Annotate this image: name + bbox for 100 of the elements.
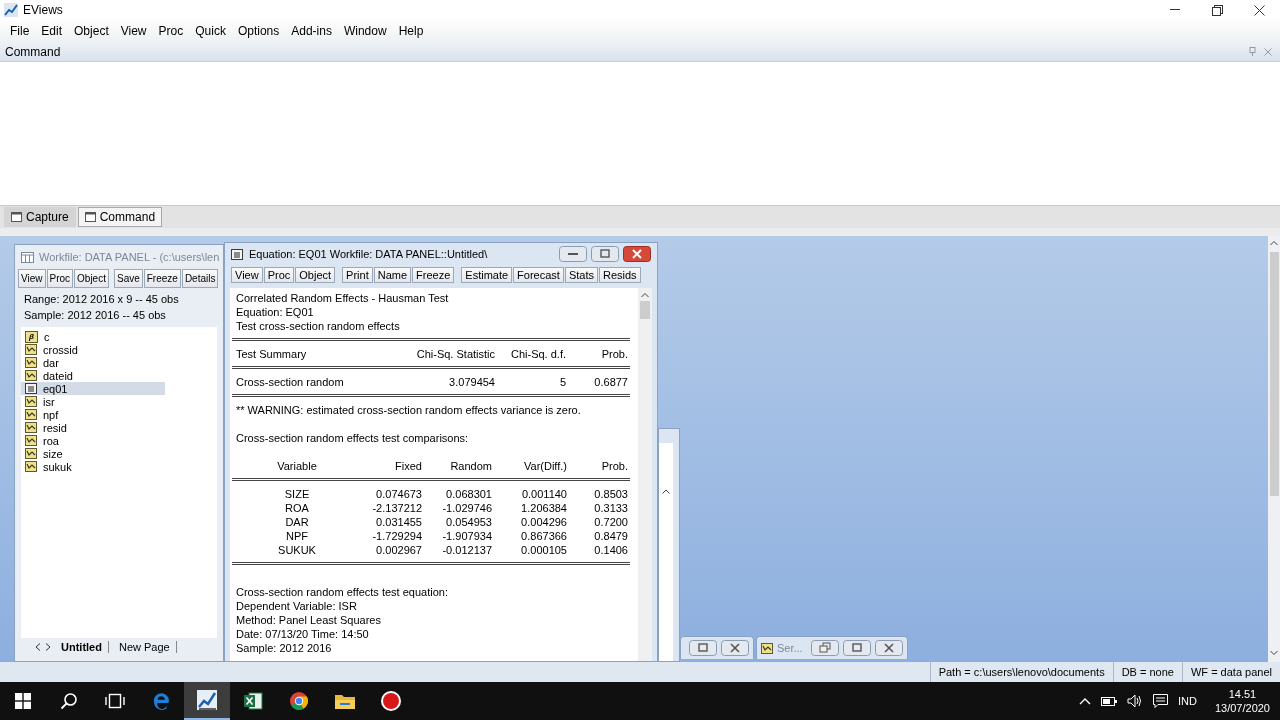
menu-item[interactable]: Window bbox=[337, 22, 393, 40]
page-tab[interactable]: New Page bbox=[112, 641, 177, 653]
minimize-button[interactable] bbox=[559, 246, 587, 262]
menu-item[interactable]: File bbox=[4, 22, 36, 40]
series-icon bbox=[25, 461, 37, 472]
series-icon bbox=[761, 642, 773, 654]
column-header: Chi-Sq. d.f. bbox=[509, 347, 567, 361]
menu-item[interactable]: Options bbox=[231, 22, 286, 40]
series-icon bbox=[25, 357, 37, 368]
equation-icon bbox=[25, 383, 37, 394]
toolbar-button[interactable]: View bbox=[18, 269, 46, 288]
toolbar-button[interactable]: Estimate bbox=[461, 267, 513, 283]
toolbar-button[interactable]: View bbox=[231, 267, 263, 283]
table-cell-text: 0.004296 bbox=[520, 515, 568, 529]
toolbar-button[interactable]: Proc bbox=[46, 269, 74, 288]
column-header: Test Summary bbox=[235, 347, 308, 361]
column-header: Variable bbox=[276, 459, 318, 473]
toolbar-button[interactable]: Details bbox=[181, 269, 219, 288]
menu-item[interactable]: Proc bbox=[152, 22, 190, 40]
taskbar-button[interactable] bbox=[184, 682, 230, 720]
table-cell-text: 0.031455 bbox=[375, 515, 423, 529]
pane-tab[interactable]: Command bbox=[77, 207, 163, 227]
menu-item[interactable]: Edit bbox=[35, 22, 69, 40]
maximize-button[interactable] bbox=[591, 246, 619, 262]
message-icon[interactable] bbox=[1153, 694, 1168, 708]
menu-item[interactable]: View bbox=[114, 22, 153, 40]
maximize-button[interactable] bbox=[842, 640, 871, 656]
object-item[interactable]: dar bbox=[21, 356, 165, 369]
scrollbar[interactable] bbox=[638, 288, 652, 661]
page-tab[interactable]: Untitled bbox=[55, 641, 109, 653]
output-line: Method: Panel Least Squares bbox=[235, 613, 382, 627]
object-item[interactable]: resid bbox=[21, 421, 165, 434]
language-indicator[interactable]: IND bbox=[1178, 695, 1197, 707]
window-title: Ser... bbox=[777, 642, 803, 654]
table-cell-text: SUKUK bbox=[277, 543, 317, 557]
object-item[interactable]: eq01 bbox=[21, 382, 165, 395]
object-item[interactable]: sukuk bbox=[21, 460, 165, 473]
close-button[interactable] bbox=[623, 246, 651, 262]
table-cell-text: -1.729294 bbox=[371, 529, 423, 543]
speaker-icon[interactable] bbox=[1127, 694, 1143, 708]
battery-icon[interactable] bbox=[1101, 696, 1117, 706]
maximize-button[interactable] bbox=[689, 640, 717, 656]
output-line: Equation: EQ01 bbox=[235, 305, 315, 319]
output-line: Test cross-section random effects bbox=[235, 319, 401, 333]
chart-check-icon bbox=[196, 689, 218, 711]
toolbar-button[interactable]: Object bbox=[74, 269, 109, 288]
object-item[interactable]: β c bbox=[21, 330, 165, 343]
column-header: Random bbox=[449, 459, 493, 473]
close-button[interactable] bbox=[721, 640, 749, 656]
restore-icon bbox=[1211, 4, 1223, 16]
folder-icon bbox=[334, 692, 356, 710]
window-icon bbox=[84, 212, 96, 222]
close-button[interactable] bbox=[874, 640, 903, 656]
toolbar-button[interactable]: Object bbox=[295, 267, 336, 283]
clock[interactable]: 14.51 13/07/2020 bbox=[1214, 687, 1270, 715]
chevron-up-icon[interactable] bbox=[1079, 697, 1091, 705]
menu-item[interactable]: Add-ins bbox=[285, 22, 338, 40]
toolbar-button[interactable]: Stats bbox=[564, 267, 598, 283]
toolbar-button[interactable]: Resids bbox=[598, 267, 641, 283]
toolbar-button[interactable]: Save bbox=[113, 269, 143, 288]
object-item[interactable]: dateid bbox=[21, 369, 165, 382]
series-icon bbox=[25, 344, 37, 355]
scrollbar-thumb[interactable] bbox=[1269, 252, 1279, 496]
window-title: Equation: EQ01 Workfile: DATA PANEL::Untitled\ bbox=[249, 248, 489, 260]
object-item[interactable]: size bbox=[21, 447, 165, 460]
table-cell-text: 0.054953 bbox=[445, 515, 493, 529]
table-cell-text: 0.002967 bbox=[375, 543, 423, 557]
table-cell-text: 0.867366 bbox=[520, 529, 568, 543]
table-cell-text: 0.8503 bbox=[593, 487, 629, 501]
menu-item[interactable]: Quick bbox=[189, 22, 232, 40]
pane-tab[interactable]: Capture bbox=[4, 207, 76, 227]
menu-item[interactable]: Object bbox=[68, 22, 115, 40]
object-item[interactable]: roa bbox=[21, 434, 165, 447]
table-cell-text: 0.7200 bbox=[593, 515, 629, 529]
table-cell-text: 1.206384 bbox=[520, 501, 568, 515]
toolbar-button[interactable]: Print bbox=[342, 267, 373, 283]
menu-item[interactable]: Help bbox=[392, 22, 430, 40]
scroll-up-icon[interactable] bbox=[662, 489, 670, 494]
table-icon bbox=[21, 251, 34, 263]
table-cell-text: 0.1406 bbox=[593, 543, 629, 557]
series-icon bbox=[25, 448, 37, 459]
toolbar-button[interactable]: Freeze bbox=[143, 269, 181, 288]
object-item[interactable]: isr bbox=[21, 395, 165, 408]
toolbar-button[interactable]: Freeze bbox=[412, 267, 455, 283]
window-title: Workfile: DATA PANEL - (c:\users\len bbox=[39, 251, 220, 263]
minimize-icon bbox=[1170, 9, 1180, 11]
output-line: Sample: 2012 2016 bbox=[235, 641, 333, 655]
toolbar-button[interactable]: Proc bbox=[263, 267, 295, 283]
object-item[interactable]: crossid bbox=[21, 343, 165, 356]
table-cell-text: 5 bbox=[558, 375, 567, 389]
object-item[interactable]: npf bbox=[21, 408, 165, 421]
search-icon bbox=[60, 692, 78, 710]
scrollbar-thumb[interactable] bbox=[640, 301, 650, 319]
scrollbar[interactable] bbox=[1268, 236, 1280, 662]
table-cell-text: -1.029746 bbox=[441, 501, 493, 515]
series-icon bbox=[25, 422, 37, 433]
windows-logo-icon bbox=[15, 693, 31, 709]
chrome-icon bbox=[289, 691, 309, 711]
toolbar-button[interactable]: Forecast bbox=[513, 267, 564, 283]
toolbar-button[interactable]: Name bbox=[373, 267, 412, 283]
